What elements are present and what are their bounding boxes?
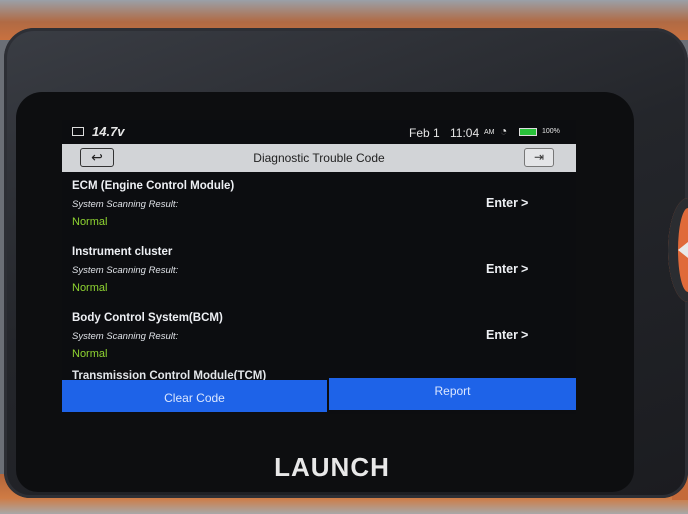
- list-item: ECM (Engine Control Module) System Scann…: [62, 172, 576, 236]
- battery-percent: 100%: [542, 128, 560, 135]
- list-item: Body Control System(BCM) System Scanning…: [62, 304, 576, 368]
- side-nav-button[interactable]: [668, 198, 688, 302]
- title-bar: ↩ Diagnostic Trouble Code ⇥: [62, 144, 576, 172]
- brand-logo: LAUNCH: [274, 452, 390, 482]
- clear-code-button[interactable]: Clear Code: [62, 380, 327, 412]
- result-status: Normal: [72, 348, 108, 360]
- left-arrow-icon: [678, 242, 688, 258]
- result-label: System Scanning Result:: [72, 199, 179, 210]
- battery-icon: [519, 128, 537, 136]
- status-date: Feb 1: [409, 126, 440, 140]
- status-bar: 14.7v Feb 1 11:04 AM ◔ 100%: [62, 120, 576, 144]
- result-status: Normal: [72, 282, 108, 294]
- result-label: System Scanning Result:: [72, 331, 179, 342]
- status-ampm: AM: [484, 129, 495, 136]
- enter-button[interactable]: Enter >: [486, 196, 528, 210]
- status-time: 11:04: [450, 126, 480, 140]
- exit-icon: ⇥: [533, 150, 545, 164]
- enter-button[interactable]: Enter >: [486, 328, 528, 342]
- gallery-icon: [72, 127, 84, 136]
- wifi-icon: ◔: [500, 124, 508, 138]
- page-title: Diagnostic Trouble Code: [253, 151, 385, 165]
- enter-label: Enter: [486, 328, 518, 342]
- chevron-right-icon: >: [520, 262, 529, 276]
- enter-label: Enter: [486, 196, 518, 210]
- chevron-right-icon: >: [520, 196, 529, 210]
- result-label: System Scanning Result:: [72, 265, 179, 276]
- chevron-right-icon: >: [520, 328, 529, 342]
- voltage-readout: 14.7v: [92, 124, 125, 139]
- system-name: ECM (Engine Control Module): [72, 180, 235, 192]
- enter-label: Enter: [486, 262, 518, 276]
- enter-button[interactable]: Enter >: [486, 262, 528, 276]
- report-button[interactable]: Report: [329, 378, 576, 410]
- exit-button[interactable]: ⇥: [524, 148, 554, 167]
- result-status: Normal: [72, 216, 108, 228]
- device-screen: 14.7v Feb 1 11:04 AM ◔ 100% ↩ Diagnostic…: [62, 120, 576, 414]
- system-name: Body Control System(BCM): [72, 312, 223, 324]
- list-item: Instrument cluster System Scanning Resul…: [62, 238, 576, 302]
- action-bar: Clear Code Report: [62, 378, 576, 412]
- system-name: Instrument cluster: [72, 246, 173, 258]
